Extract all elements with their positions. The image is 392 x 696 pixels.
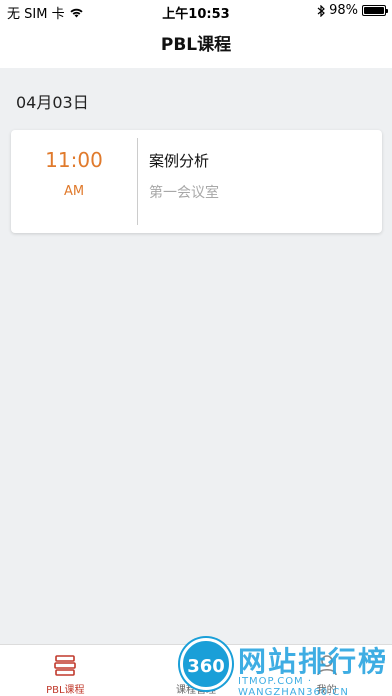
tab-label: 课程管理 [176, 685, 216, 696]
page-title: PBL课程 [160, 35, 232, 55]
battery-level [364, 7, 384, 14]
tab-bar: PBL课程 课程管理 我的 [0, 644, 392, 696]
course-card[interactable]: 11:00 AM 案例分析 第一会议室 [11, 130, 382, 233]
schedule-content: 04月03日 11:00 AM 案例分析 第一会议室 [0, 68, 392, 644]
course-title: 案例分析 [149, 152, 210, 170]
tab-mine[interactable]: 我的 [261, 645, 392, 696]
tab-label: 我的 [316, 685, 337, 696]
course-ampm: AM [63, 184, 85, 199]
card-divider [137, 138, 138, 225]
course-room: 第一会议室 [149, 185, 219, 201]
books-icon [54, 655, 77, 676]
tab-pbl-courses[interactable]: PBL课程 [0, 645, 131, 696]
status-right: 98% [317, 3, 388, 18]
tab-label: PBL课程 [46, 685, 85, 696]
battery-icon [362, 5, 388, 16]
course-time-block: 11:00 AM [11, 130, 137, 233]
nav-bar: PBL课程 [0, 22, 392, 68]
tab-course-management[interactable]: 课程管理 [131, 645, 262, 696]
document-icon [187, 654, 205, 676]
status-bar: 无 SIM 卡 上午10:53 98% [0, 0, 392, 22]
battery-percent: 98% [329, 3, 358, 18]
schedule-date: 04月03日 [16, 93, 89, 112]
person-icon [316, 655, 337, 676]
course-time: 11:00 [45, 148, 103, 172]
bluetooth-icon [317, 4, 325, 17]
